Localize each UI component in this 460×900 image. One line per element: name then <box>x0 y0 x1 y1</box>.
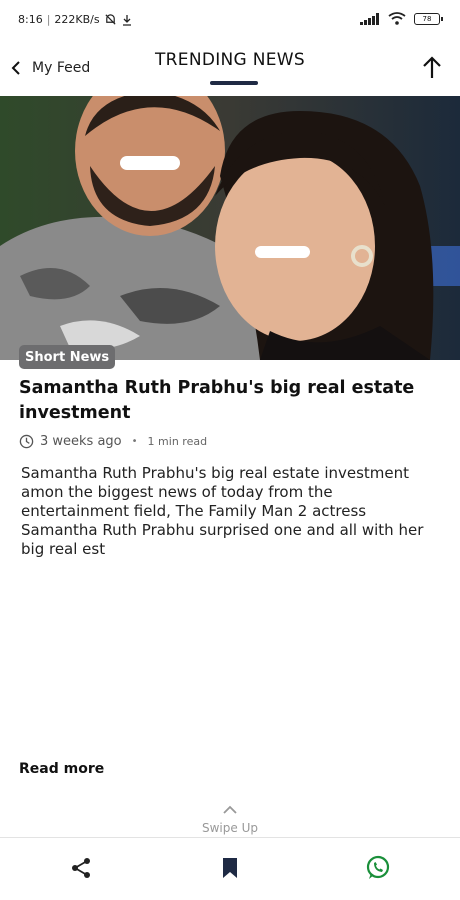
meta-separator: • <box>131 436 138 447</box>
whatsapp-icon <box>366 855 390 879</box>
battery-indicator: 78 <box>414 12 443 25</box>
clock-icon <box>19 434 34 449</box>
published-time: 3 weeks ago <box>40 434 122 449</box>
muted-bell-icon <box>105 14 116 25</box>
page-title: TRENDING NEWS <box>154 50 305 70</box>
status-time: 8:16 <box>18 13 43 26</box>
chevron-up-icon <box>223 805 237 814</box>
network-speed: 222KB/s <box>54 13 100 26</box>
category-badge: Short News <box>19 345 116 369</box>
bottom-action-bar <box>0 838 460 900</box>
bookmark-icon <box>223 858 237 878</box>
signal-icon <box>360 12 379 25</box>
share-button[interactable] <box>68 855 94 881</box>
whatsapp-share-button[interactable] <box>365 855 391 881</box>
article-headline: Samantha Ruth Prabhu's big real estate i… <box>19 378 415 423</box>
download-icon <box>122 14 131 26</box>
read-more-link[interactable]: Read more <box>19 761 104 777</box>
share-icon <box>72 858 90 878</box>
article-meta: 3 weeks ago • 1 min read <box>19 434 207 449</box>
article-image[interactable] <box>0 96 460 360</box>
top-bar: My Feed TRENDING NEWS <box>0 40 460 96</box>
status-right: 78 <box>360 12 443 25</box>
swipe-up-label: Swipe Up <box>202 821 258 835</box>
read-time: 1 min read <box>147 435 208 448</box>
wifi-icon <box>388 12 406 25</box>
title-underline <box>210 81 258 85</box>
bookmark-button[interactable] <box>217 855 243 881</box>
status-left: 8:16 | 222KB/s <box>18 13 133 26</box>
article-summary: Samantha Ruth Prabhu's big real estate i… <box>21 464 424 558</box>
arrow-up-icon[interactable] <box>418 54 446 82</box>
status-bar: 8:16 | 222KB/s 78 <box>0 0 460 40</box>
swipe-up-hint[interactable]: Swipe Up <box>0 800 460 835</box>
